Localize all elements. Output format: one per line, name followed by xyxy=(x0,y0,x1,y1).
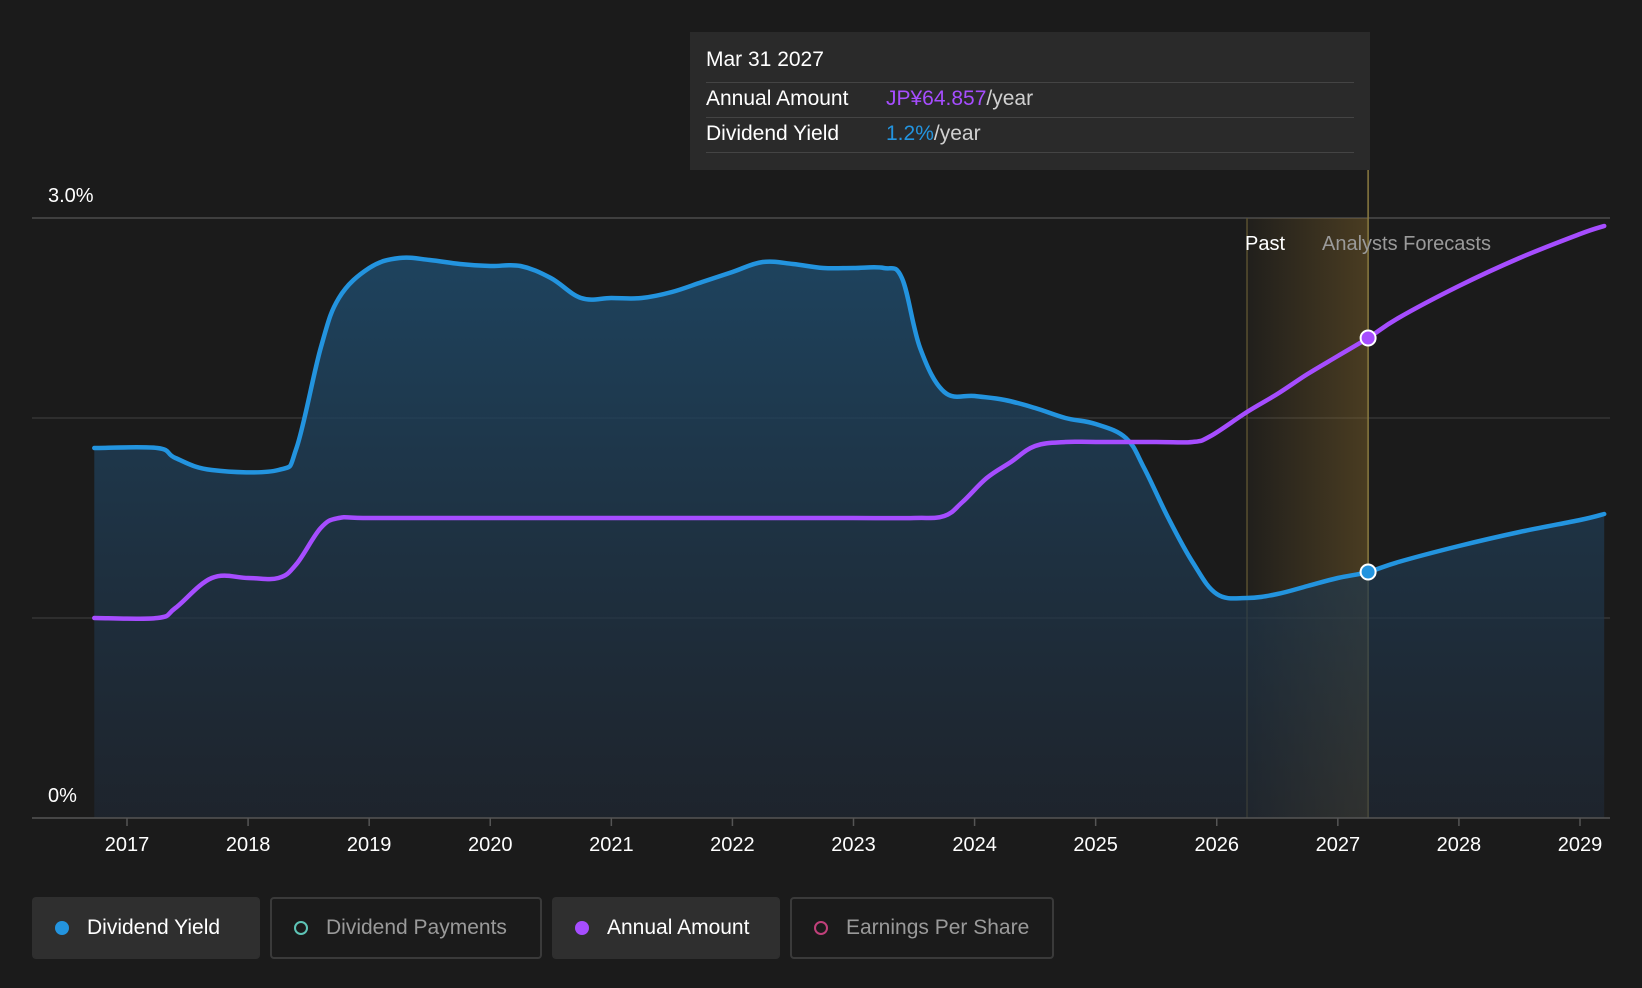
tooltip-annual-label: Annual Amount xyxy=(706,87,849,110)
legend-item-annual-amount[interactable]: Annual Amount xyxy=(552,897,780,959)
tooltip-yield-value: 1.2% xyxy=(886,122,934,145)
x-tick-label: 2029 xyxy=(1558,834,1603,856)
x-tick-label: 2018 xyxy=(226,834,271,856)
legend-dot-pink-icon xyxy=(814,921,828,935)
forecast-label: Analysts Forecasts xyxy=(1322,233,1491,255)
x-tick-label: 2025 xyxy=(1073,834,1118,856)
legend-label: Annual Amount xyxy=(607,916,750,939)
tooltip-annual-unit: /year xyxy=(986,87,1034,110)
legend-label: Dividend Payments xyxy=(326,916,507,939)
past-label: Past xyxy=(1245,233,1285,255)
x-tick-label: 2022 xyxy=(710,834,755,856)
series-layer xyxy=(92,223,1607,818)
legend-label: Earnings Per Share xyxy=(846,916,1030,939)
tooltip-row-annual: Annual Amount JP¥64.857/year xyxy=(706,83,1354,118)
legend-item-dividend-yield[interactable]: Dividend Yield xyxy=(32,897,260,959)
x-tick-label: 2028 xyxy=(1437,834,1482,856)
legend-dot-purple-icon xyxy=(575,921,589,935)
x-tick-label: 2021 xyxy=(589,834,634,856)
x-tick-label: 2017 xyxy=(105,834,150,856)
legend-dot-blue-icon xyxy=(55,921,69,935)
tooltip-yield-label: Dividend Yield xyxy=(706,122,840,145)
annual-amount-marker xyxy=(1359,329,1377,347)
y-tick-label-top: 3.0% xyxy=(48,185,94,207)
legend-item-dividend-payments[interactable]: Dividend Payments xyxy=(270,897,542,959)
dividend-yield-marker xyxy=(1359,563,1377,581)
tooltip-row-yield: Dividend Yield 1.2%/year xyxy=(706,118,1354,153)
tooltip: Mar 31 2027 Annual Amount JP¥64.857/year… xyxy=(690,32,1370,170)
legend: Dividend Yield Dividend Payments Annual … xyxy=(32,897,1054,959)
tooltip-annual-value: JP¥64.857 xyxy=(886,87,987,110)
legend-label: Dividend Yield xyxy=(87,916,221,939)
legend-item-earnings-per-share[interactable]: Earnings Per Share xyxy=(790,897,1054,959)
legend-dot-teal-icon xyxy=(294,921,308,935)
tooltip-yield-unit: /year xyxy=(933,122,981,145)
x-tick-label: 2027 xyxy=(1316,834,1361,856)
x-tick-label: 2020 xyxy=(468,834,513,856)
x-tick-label: 2026 xyxy=(1195,834,1240,856)
y-tick-label-bottom: 0% xyxy=(48,785,77,807)
x-tick-label: 2019 xyxy=(347,834,392,856)
x-axis: 2017 2018 2019 2020 2021 2022 2023 2024 2025 2026… xyxy=(32,817,1610,856)
x-tick-label: 2024 xyxy=(952,834,997,856)
tooltip-date: Mar 31 2027 xyxy=(706,46,1354,83)
x-tick-label: 2023 xyxy=(831,834,876,856)
